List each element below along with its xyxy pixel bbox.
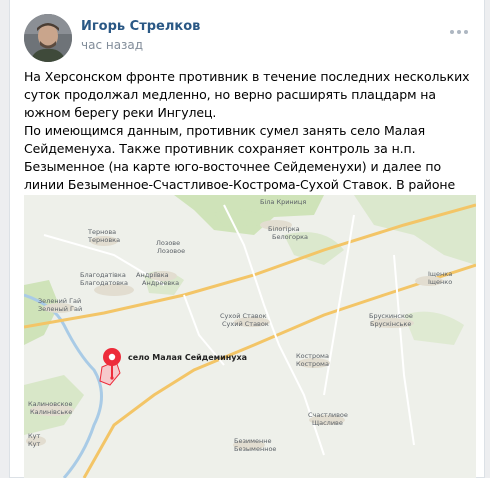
place-zelenyi-hai: Зелений Гай (38, 297, 81, 305)
author-avatar[interactable] (24, 14, 72, 62)
author-name[interactable]: Игорь Стрелков (81, 19, 200, 34)
post-time[interactable]: час назад (81, 38, 143, 52)
marker-label: село Малая Сейдеминуха (128, 353, 247, 362)
place-bruskinske: Брускинское (369, 312, 413, 320)
place-bezymenne-sub: Безыменное (234, 445, 276, 453)
place-bilohirka: Білогірка (268, 225, 300, 233)
place-bilohirka-sub: Белогорка (272, 233, 308, 241)
place-blahodativka-sub: Благодатовка (80, 279, 128, 287)
place-ternova-sub: Терновка (87, 236, 120, 244)
post-text: На Херсонском фронте противник в течение… (24, 69, 470, 210)
place-kostroma-sub: Кострома (296, 360, 329, 368)
place-kut-sub: Кут (28, 440, 40, 448)
place-zelenyi-hai-sub: Зеленый Гай (38, 305, 82, 313)
place-kostroma: Кострома (296, 352, 329, 360)
place-lozove: Лозове (156, 239, 180, 247)
place-blahodativka: Благодатівка (80, 271, 126, 279)
place-bezymenne: Безименне (234, 437, 272, 445)
place-andriivka-sub: Андреевка (142, 279, 179, 287)
place-bruskinske-sub: Брускінське (370, 320, 411, 328)
place-kut: Кут (28, 432, 40, 440)
place-ishchenka: Іщенка (428, 270, 452, 278)
place-shchaslyve-sub: Щасливе (312, 419, 343, 427)
map-image[interactable]: Біла Криниця Тернова Терновка Лозове Лоз… (24, 195, 476, 478)
place-kalynivske: Калиновское (28, 400, 73, 408)
place-ishchenka-sub: Іщенко (428, 278, 452, 286)
settlements (26, 220, 443, 450)
post-card: Игорь Стрелков час назад На Херсонском ф… (9, 0, 485, 478)
place-shchaslyve: Счастливое (308, 411, 348, 419)
place-lozove-sub: Лозовое (157, 247, 185, 255)
place-bila-krynytsia: Біла Криниця (260, 198, 306, 206)
place-sukhoi-stavok: Сухой Ставок (220, 312, 267, 320)
place-sukhoi-stavok-sub: Сухий Ставок (222, 320, 269, 328)
place-kalynivske-sub: Калинівське (30, 408, 72, 416)
more-options-icon[interactable] (450, 30, 468, 34)
place-ternova: Тернова (87, 228, 116, 236)
place-andriivka: Андріївка (136, 271, 169, 279)
